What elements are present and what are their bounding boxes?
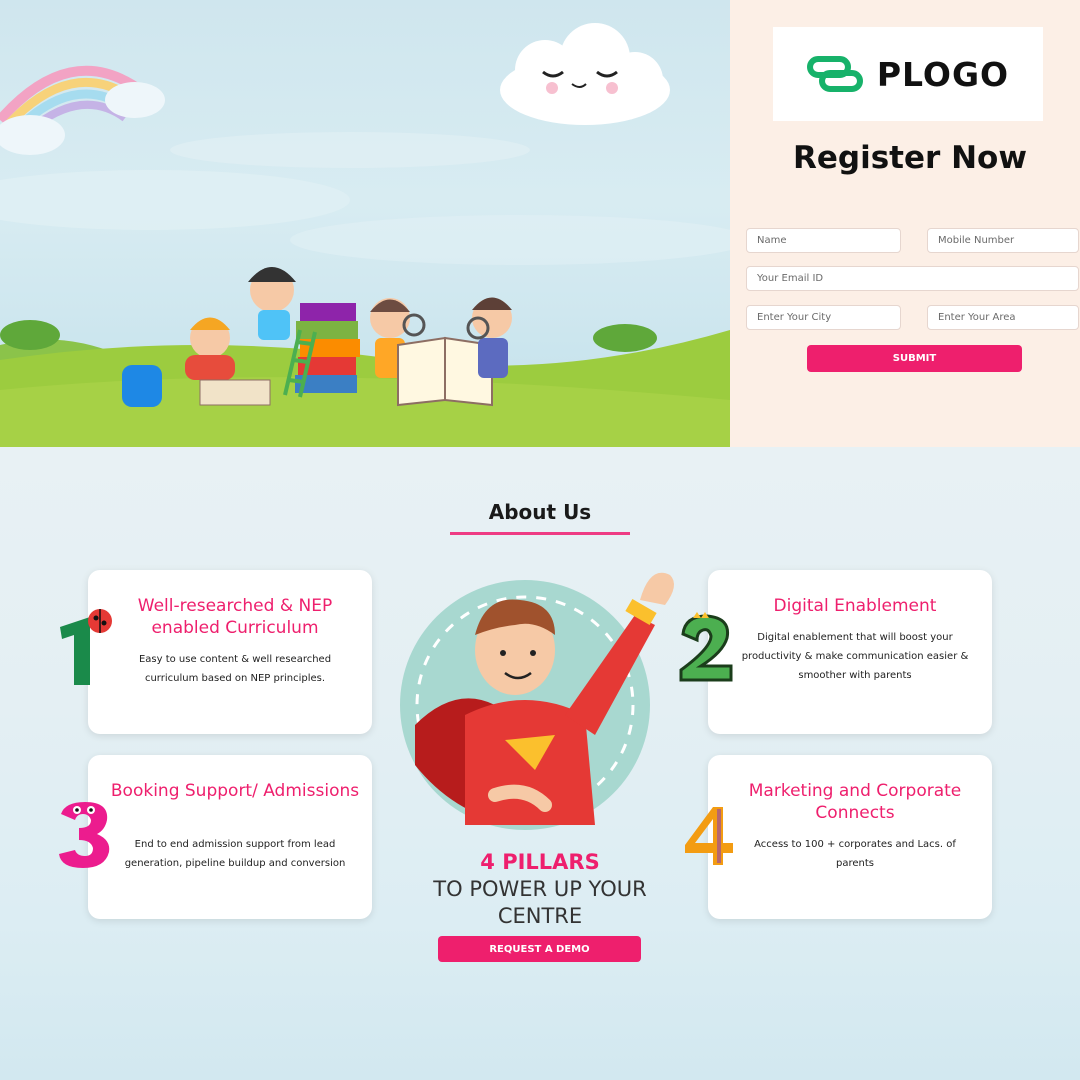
pillars-heading: 4 PILLARS xyxy=(480,850,600,874)
brand-logo: PLOGO xyxy=(773,27,1043,121)
kids-reading-illustration xyxy=(0,23,730,447)
open-book-icon xyxy=(397,336,493,407)
number-three-monster-icon xyxy=(59,802,110,868)
superhero-boy-illustration xyxy=(400,572,674,830)
email-field[interactable] xyxy=(746,266,1079,291)
card-title: Marketing and Corporate Connects xyxy=(748,781,962,823)
area-field[interactable] xyxy=(927,305,1079,330)
pillar-card-booking: Booking Support/ Admissions End to end a… xyxy=(88,755,372,919)
pillars-subheading-line1: TO POWER UP YOUR xyxy=(433,877,647,901)
submit-button[interactable]: SUBMIT xyxy=(807,345,1022,372)
card-title: Digital Enablement xyxy=(773,596,937,616)
card-body: Access to 100 + corporates and Lacs. of … xyxy=(754,839,956,869)
card-body: Digital enablement that will boost your … xyxy=(741,632,969,681)
register-title: Register Now xyxy=(793,140,1027,176)
pillar-card-curriculum: Well-researched & NEP enabled Curriculum… xyxy=(88,570,372,734)
register-panel: PLOGO Register Now SUBMIT xyxy=(730,0,1080,447)
kid-climbing-icon xyxy=(248,267,296,340)
brand-name: PLOGO xyxy=(876,54,1010,94)
card-body: Easy to use content & well researched cu… xyxy=(138,654,332,684)
smiling-cloud-icon xyxy=(500,23,670,125)
pillar-card-marketing: Marketing and Corporate Connects Access … xyxy=(708,755,992,919)
hero-illustration xyxy=(0,0,730,447)
name-field[interactable] xyxy=(746,228,901,253)
pillar-card-digital: Digital Enablement Digital enablement th… xyxy=(708,570,992,734)
request-demo-button[interactable]: REQUEST A DEMO xyxy=(438,936,641,962)
interlocked-ring-logo-icon xyxy=(806,56,863,92)
card-title: Well-researched & NEP enabled Curriculum xyxy=(137,596,333,638)
mobile-number-field[interactable] xyxy=(927,228,1079,253)
card-title: Booking Support/ Admissions xyxy=(110,781,360,801)
city-field[interactable] xyxy=(746,305,901,330)
pillars-subheading-line2: CENTRE xyxy=(497,904,583,928)
about-title: About Us xyxy=(488,500,592,524)
number-one-ladybug-icon xyxy=(60,609,112,685)
card-body: End to end admission support from lead g… xyxy=(124,839,346,869)
about-underline xyxy=(450,532,630,535)
